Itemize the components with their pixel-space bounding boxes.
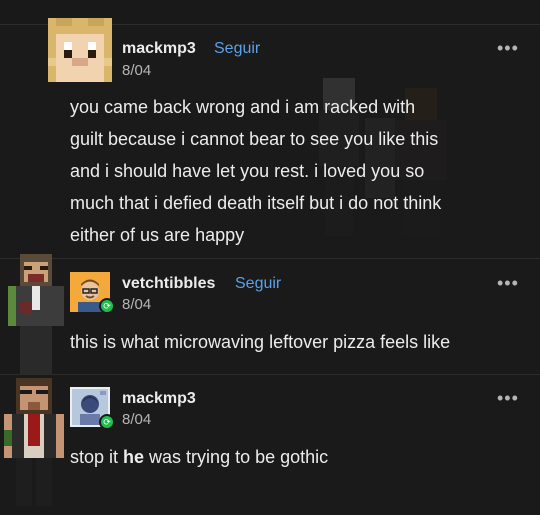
body-line: guilt because i cannot bear to see you l… bbox=[70, 129, 439, 149]
reblog-icon: ⟳ bbox=[99, 298, 115, 314]
post-body: you came back wrong and i am racked with… bbox=[70, 91, 530, 251]
post-date: 8/04 bbox=[122, 411, 152, 428]
body-line: either of us are happy bbox=[70, 225, 245, 245]
body-text-prefix: stop it bbox=[70, 447, 124, 467]
username[interactable]: mackmp3 bbox=[122, 390, 196, 408]
username[interactable]: vetchtibbles bbox=[122, 275, 215, 293]
body-line: you came back wrong and i am racked with bbox=[70, 97, 416, 117]
minecraft-figure bbox=[4, 378, 64, 515]
more-options-icon[interactable]: ••• bbox=[497, 388, 519, 409]
post-body: stop it he was trying to be gothic bbox=[70, 441, 530, 473]
follow-button[interactable]: Seguir bbox=[214, 40, 260, 58]
post-date: 8/04 bbox=[122, 62, 152, 79]
post-body: this is what microwaving leftover pizza … bbox=[70, 332, 451, 352]
divider bbox=[0, 374, 540, 375]
divider bbox=[0, 258, 540, 259]
username[interactable]: mackmp3 bbox=[122, 40, 196, 58]
body-text-bold: he bbox=[123, 447, 145, 467]
more-options-icon[interactable]: ••• bbox=[497, 38, 519, 59]
follow-button[interactable]: Seguir bbox=[235, 275, 281, 293]
avatar[interactable] bbox=[48, 18, 112, 82]
body-line: much that i defied death itself but i do… bbox=[70, 193, 442, 213]
post-date: 8/04 bbox=[122, 296, 152, 313]
body-line: and i should have let you rest. i loved … bbox=[70, 161, 425, 181]
more-options-icon[interactable]: ••• bbox=[497, 273, 519, 294]
body-text-suffix: was trying to be gothic bbox=[144, 447, 329, 467]
reblog-icon: ⟳ bbox=[99, 414, 115, 430]
minecraft-figure bbox=[8, 254, 64, 383]
